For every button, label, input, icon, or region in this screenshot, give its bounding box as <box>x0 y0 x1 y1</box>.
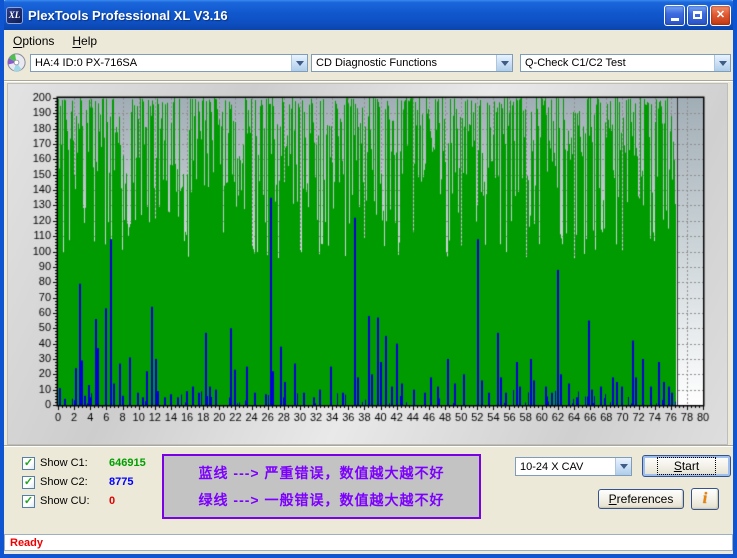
cu-error-count: 0 <box>109 495 115 507</box>
controls-area: ✓ Show C1: 646915 ✓ Show C2: 8775 ✓ Show… <box>4 448 733 530</box>
maximize-button[interactable] <box>687 5 708 26</box>
minimize-icon <box>671 18 679 21</box>
status-field: Ready <box>4 534 733 551</box>
info-button[interactable]: i <box>691 488 719 510</box>
chart-panel <box>7 83 728 445</box>
show-c1-checkbox[interactable]: ✓ <box>22 457 35 470</box>
start-button[interactable]: Start <box>642 455 731 477</box>
c1-error-count: 646915 <box>109 457 146 469</box>
maximize-icon <box>693 11 702 19</box>
device-select[interactable]: HA:4 ID:0 PX-716SA <box>30 54 308 72</box>
speed-select-value: 10-24 X CAV <box>516 461 615 473</box>
minimize-button[interactable] <box>664 5 685 26</box>
blue-line-note: 蓝线 ---> 严重错误，数值越大越不好 <box>199 463 445 483</box>
show-c2-label: Show C2: <box>40 476 95 488</box>
plextools-window: XL PlexTools Professional XL V3.16 ✕ Opt… <box>0 0 737 558</box>
toolbar-separator <box>4 80 733 82</box>
toolbar: HA:4 ID:0 PX-716SA CD Diagnostic Functio… <box>4 52 733 79</box>
chevron-down-icon[interactable] <box>496 55 512 71</box>
close-button[interactable]: ✕ <box>710 5 731 26</box>
start-button-label: Start <box>674 459 699 473</box>
show-cu-row: ✓ Show CU: 0 <box>22 494 115 508</box>
green-line-note: 绿线 ---> 一般错误，数值越大越不好 <box>199 490 445 510</box>
test-function-select[interactable]: Q-Check C1/C2 Test <box>520 54 731 72</box>
show-c1-label: Show C1: <box>40 457 95 469</box>
function-category-value: CD Diagnostic Functions <box>312 57 496 69</box>
cd-disc-icon <box>7 53 26 72</box>
show-c1-row: ✓ Show C1: 646915 <box>22 456 146 470</box>
function-category-select[interactable]: CD Diagnostic Functions <box>311 54 513 72</box>
title-bar: XL PlexTools Professional XL V3.16 ✕ <box>0 0 737 30</box>
preferences-button[interactable]: Preferences <box>598 489 684 509</box>
chevron-down-icon[interactable] <box>714 55 730 71</box>
show-c2-row: ✓ Show C2: 8775 <box>22 475 133 489</box>
close-icon: ✕ <box>716 10 725 21</box>
c1c2-error-chart <box>8 84 729 446</box>
chevron-down-icon[interactable] <box>615 458 631 475</box>
show-cu-label: Show CU: <box>40 495 95 507</box>
status-text: Ready <box>10 537 43 549</box>
app-logo-icon: XL <box>6 7 23 24</box>
controls-separator <box>4 445 733 447</box>
info-icon: i <box>703 490 707 508</box>
c2-error-count: 8775 <box>109 476 133 488</box>
menu-bar: Options Help <box>4 30 733 52</box>
chevron-down-icon[interactable] <box>291 55 307 71</box>
preferences-button-label: Preferences <box>609 492 674 506</box>
menu-help[interactable]: Help <box>63 31 106 51</box>
speed-select[interactable]: 10-24 X CAV <box>515 457 632 476</box>
status-bar: Ready <box>4 530 733 554</box>
menu-options[interactable]: Options <box>4 31 63 51</box>
window-content: Options Help HA:4 ID:0 PX-716SA CD Diagn… <box>4 30 733 554</box>
legend-note-box: 蓝线 ---> 严重错误，数值越大越不好 绿线 ---> 一般错误，数值越大越不… <box>162 454 481 519</box>
device-select-value: HA:4 ID:0 PX-716SA <box>31 57 291 69</box>
show-c2-checkbox[interactable]: ✓ <box>22 476 35 489</box>
show-cu-checkbox[interactable]: ✓ <box>22 495 35 508</box>
window-title: PlexTools Professional XL V3.16 <box>28 8 664 23</box>
test-function-value: Q-Check C1/C2 Test <box>521 57 714 69</box>
